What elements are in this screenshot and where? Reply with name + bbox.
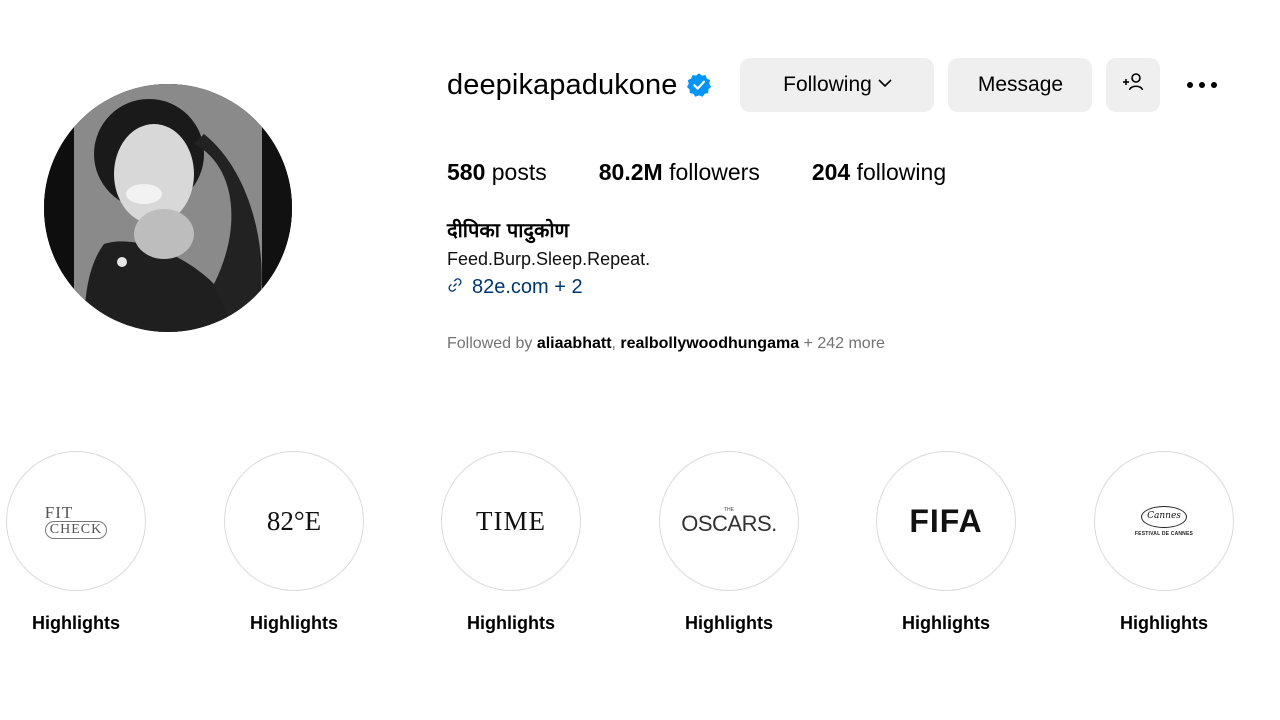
profile-avatar[interactable] — [44, 84, 292, 332]
followed-by-text[interactable]: Followed by aliaabhatt, realbollywoodhun… — [447, 335, 1277, 353]
following-value: 204 — [811, 159, 851, 185]
person-add-icon — [1121, 72, 1145, 98]
highlight-cover: FIFA — [876, 451, 1016, 591]
message-button[interactable]: Message — [948, 58, 1093, 112]
full-name: दीपिका पादुकोण — [447, 218, 570, 242]
following-button[interactable]: Following — [740, 58, 935, 112]
highlight-item[interactable]: TIME Highlights — [431, 451, 591, 634]
chevron-down-icon — [878, 75, 892, 93]
highlight-cover: TIME — [441, 451, 581, 591]
posts-value: 580 — [447, 159, 486, 185]
followed-by-user: aliaabhatt — [536, 335, 612, 352]
82e-logo-icon: 82°E — [266, 505, 322, 536]
highlight-cover: 82°E — [224, 451, 364, 591]
suggest-people-button[interactable] — [1106, 58, 1161, 112]
profile-info: deepikapadukone Following Message 580 po… — [447, 58, 1277, 353]
followed-by-prefix: Followed by — [447, 335, 537, 352]
highlight-label: Highlights — [467, 613, 555, 633]
highlight-item[interactable]: Cannes FESTIVAL DE CANNES Highlights — [1084, 451, 1244, 634]
highlight-label: Highlights — [32, 613, 120, 633]
bio-link[interactable]: 82e.com + 2 — [447, 276, 1277, 299]
username: deepikapadukone — [447, 68, 678, 101]
verified-badge-icon — [686, 72, 712, 98]
highlight-label: Highlights — [902, 613, 990, 633]
posts-count: 580 posts — [447, 159, 547, 186]
highlight-cover: Cannes FESTIVAL DE CANNES — [1094, 451, 1234, 591]
profile-photo — [44, 84, 292, 332]
highlight-item[interactable]: THE OSCARS. Highlights — [649, 451, 809, 634]
highlight-item[interactable]: FIFA Highlights — [866, 451, 1026, 634]
fifa-logo-icon: FIFA — [909, 502, 983, 539]
more-options-icon[interactable] — [1182, 58, 1222, 112]
story-highlights: FIT CHECK Highlights 82°E Highlights TIM… — [0, 451, 1280, 651]
highlight-item[interactable]: FIT CHECK Highlights — [0, 451, 156, 634]
following-count[interactable]: 204 following — [812, 159, 946, 186]
bio-text: Feed.Burp.Sleep.Repeat. — [447, 249, 651, 269]
following-button-label: Following — [783, 73, 872, 96]
following-label: following — [856, 159, 947, 185]
followers-value: 80.2M — [598, 159, 663, 185]
highlight-cover: THE OSCARS. — [659, 451, 799, 591]
fit-check-logo-icon: FIT CHECK — [44, 504, 108, 539]
oscars-logo-icon: THE OSCARS. — [681, 506, 777, 536]
highlight-label: Highlights — [685, 613, 773, 633]
profile-stats: 580 posts 80.2M followers 204 following — [447, 159, 1277, 186]
posts-label: posts — [491, 159, 547, 185]
link-icon — [447, 277, 463, 298]
time-logo-icon: TIME — [476, 505, 546, 536]
cannes-logo-icon: Cannes FESTIVAL DE CANNES — [1135, 505, 1193, 537]
highlight-cover: FIT CHECK — [6, 451, 146, 591]
followed-by-user: realbollywoodhungama — [620, 335, 800, 352]
followed-by-suffix: + 242 more — [799, 335, 885, 352]
followers-label: followers — [669, 159, 760, 185]
highlight-label: Highlights — [1120, 613, 1208, 633]
bio-link-text: 82e.com + 2 — [472, 276, 583, 298]
followers-count[interactable]: 80.2M followers — [599, 159, 760, 186]
highlight-label: Highlights — [250, 613, 338, 633]
message-button-label: Message — [977, 73, 1064, 96]
highlight-item[interactable]: 82°E Highlights — [214, 451, 374, 634]
profile-header-row: deepikapadukone Following Message — [447, 58, 1277, 112]
